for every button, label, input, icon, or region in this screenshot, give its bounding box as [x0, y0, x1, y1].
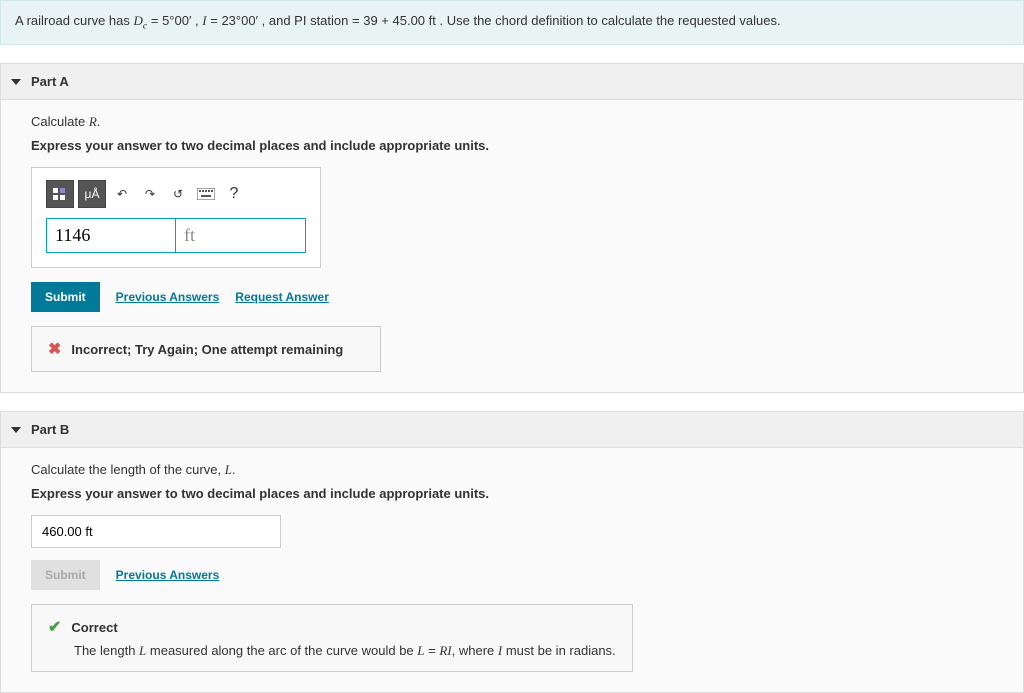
fb-eq: = — [425, 643, 440, 658]
and: , and — [262, 13, 295, 28]
part-b-header[interactable]: Part B — [1, 412, 1023, 448]
prompt-post: . — [97, 114, 101, 129]
keyboard-icon[interactable] — [194, 180, 218, 208]
unit-input[interactable] — [176, 218, 306, 253]
part-a-container: Part A Calculate R. Express your answer … — [0, 63, 1024, 393]
fb-mid: measured along the arc of the curve woul… — [146, 643, 417, 658]
part-a-title: Part A — [31, 74, 69, 89]
action-row-b: Submit Previous Answers — [31, 560, 993, 590]
redo-icon[interactable]: ↷ — [138, 180, 162, 208]
part-a-header[interactable]: Part A — [1, 64, 1023, 100]
previous-answers-link[interactable]: Previous Answers — [116, 568, 220, 582]
part-a-body: Calculate R. Express your answer to two … — [1, 100, 1023, 392]
collapse-icon[interactable] — [11, 427, 21, 433]
i-var: I — [202, 13, 206, 28]
feedback-explanation: The length L measured along the arc of t… — [74, 643, 616, 659]
part-a-instruction: Express your answer to two decimal place… — [31, 138, 993, 153]
equation-toolbar: μÅ ↶ ↷ ↺ ? — [46, 180, 306, 208]
feedback-text-a: Incorrect; Try Again; One attempt remain… — [71, 342, 343, 357]
previous-answers-link[interactable]: Previous Answers — [116, 290, 220, 304]
template-icon[interactable] — [46, 180, 74, 208]
submit-button-disabled: Submit — [31, 560, 100, 590]
value-input[interactable] — [46, 218, 176, 253]
eq1: = — [151, 13, 162, 28]
fb-mid2: , where — [452, 643, 498, 658]
prompt-pre: Calculate — [31, 114, 89, 129]
dc-sub: c — [143, 21, 147, 32]
feedback-box-a: ✖ Incorrect; Try Again; One attempt rema… — [31, 326, 381, 372]
help-icon[interactable]: ? — [222, 180, 246, 208]
part-b-container: Part B Calculate the length of the curve… — [0, 411, 1024, 693]
fb-post: must be in radians. — [502, 643, 615, 658]
feedback-box-b: ✔ Correct The length L measured along th… — [31, 604, 633, 672]
problem-statement: A railroad curve has Dc = 5°00′ , I = 23… — [0, 0, 1024, 45]
fb-RI: RI — [439, 643, 451, 658]
part-b-prompt: Calculate the length of the curve, L. — [31, 462, 993, 478]
action-row-a: Submit Previous Answers Request Answer — [31, 282, 993, 312]
collapse-icon[interactable] — [11, 79, 21, 85]
pi-val: 39 + 45.00 ft — [363, 13, 436, 28]
units-button[interactable]: μÅ — [78, 180, 106, 208]
feedback-title-b: Correct — [71, 620, 117, 635]
answer-panel-a: μÅ ↶ ↷ ↺ ? — [31, 167, 321, 268]
eq3: = — [352, 13, 363, 28]
answer-input-b[interactable] — [31, 515, 281, 548]
dc-val: 5°00′ — [162, 13, 191, 28]
submit-button[interactable]: Submit — [31, 282, 100, 312]
prompt-post: . — [232, 462, 236, 477]
reset-icon[interactable]: ↺ — [166, 180, 190, 208]
i-val: 23°00′ — [221, 13, 258, 28]
prompt-var: R — [89, 114, 97, 129]
undo-icon[interactable]: ↶ — [110, 180, 134, 208]
incorrect-icon: ✖ — [48, 339, 61, 359]
correct-icon: ✔ — [48, 617, 61, 637]
prompt-var: L — [225, 462, 232, 477]
problem-suffix: . Use the chord definition to calculate … — [440, 13, 781, 28]
part-b-instruction: Express your answer to two decimal place… — [31, 486, 993, 501]
part-b-body: Calculate the length of the curve, L. Ex… — [1, 448, 1023, 692]
part-b-title: Part B — [31, 422, 69, 437]
fb-pre: The length — [74, 643, 139, 658]
part-a-prompt: Calculate R. — [31, 114, 993, 130]
request-answer-link[interactable]: Request Answer — [235, 290, 329, 304]
prompt-pre: Calculate the length of the curve, — [31, 462, 225, 477]
problem-prefix: A railroad curve has — [15, 13, 134, 28]
dc-var: D — [134, 13, 143, 28]
value-unit-row — [46, 218, 306, 253]
fb-eqL: L — [417, 643, 424, 658]
pi-label: PI station — [294, 13, 348, 28]
eq2: = — [210, 13, 221, 28]
